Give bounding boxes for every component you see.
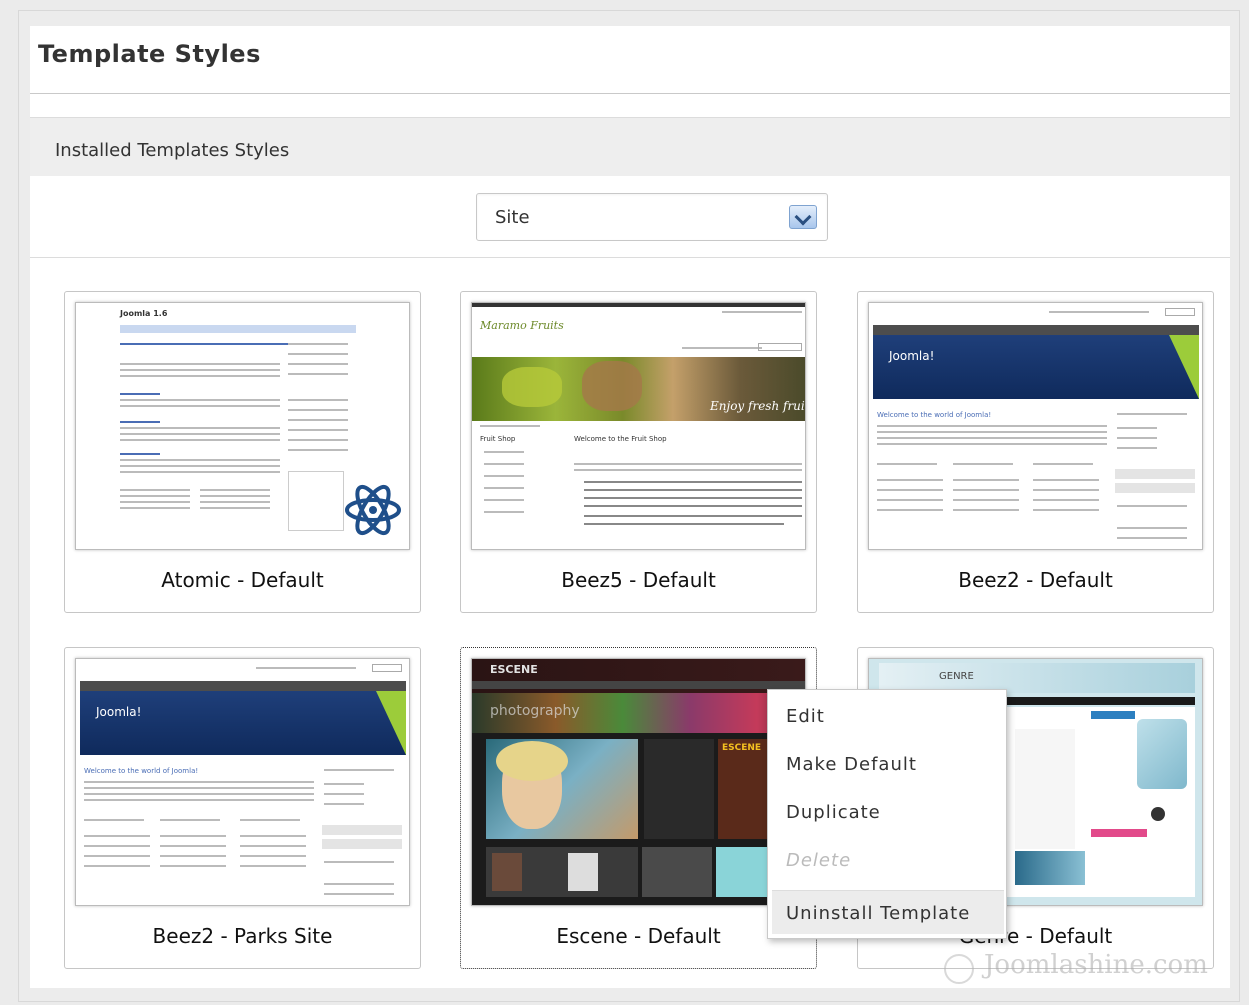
filter-row: Site (30, 176, 1230, 258)
header-spacer (30, 94, 1230, 118)
thumb-welcome: Welcome to the world of Joomla! (84, 767, 199, 775)
thumb-title: Joomla 1.6 (120, 309, 168, 318)
template-thumbnail[interactable]: Joomla 1.6 (75, 302, 410, 550)
template-thumbnail[interactable]: Maramo Fruits Enjoy fresh fruits Fruit S… (471, 302, 806, 550)
escene-banner: photography (490, 703, 580, 719)
thumb-welcome: Welcome to the world of Joomla! (877, 411, 992, 419)
joomla-logo: Joomla! (96, 705, 142, 719)
template-card-beez5[interactable]: Maramo Fruits Enjoy fresh fruits Fruit S… (460, 291, 817, 613)
template-grid: Joomla 1.6 Atomic - Default Maramo Fruit… (30, 258, 1230, 988)
template-card-escene[interactable]: ESCENE photography ESCENE Escene - Defau… (460, 647, 817, 969)
template-card-beez2[interactable]: Joomla! Welcome to the world of Joomla! (857, 291, 1214, 613)
template-name: Beez2 - Parks Site (152, 924, 333, 948)
thumb-banner: Enjoy fresh fruits (710, 399, 806, 413)
escene-side: ESCENE (722, 743, 762, 753)
template-name: Escene - Default (556, 924, 721, 948)
thumb-brand: Maramo Fruits (480, 319, 564, 332)
section-header: Installed Templates Styles (30, 118, 1230, 176)
joomla-logo: Joomla! (889, 349, 935, 363)
menu-item-make-default[interactable]: Make Default (786, 754, 917, 775)
chevron-down-icon[interactable] (789, 205, 817, 229)
template-thumbnail[interactable]: Joomla! Welcome to the world of Joomla! (868, 302, 1203, 550)
menu-item-uninstall-label: Uninstall Template (786, 903, 971, 924)
section-title: Installed Templates Styles (55, 140, 290, 161)
client-select[interactable]: Site (476, 193, 828, 241)
template-name: Beez5 - Default (561, 568, 716, 592)
page-header: Template Styles (30, 26, 1230, 94)
template-thumbnail[interactable]: ESCENE photography ESCENE (471, 658, 806, 906)
menu-item-delete: Delete (786, 850, 852, 871)
atom-icon (345, 484, 401, 536)
thumb-side: Fruit Shop (480, 435, 516, 443)
menu-item-uninstall-template[interactable]: Uninstall Template (772, 890, 1004, 934)
menu-item-duplicate[interactable]: Duplicate (786, 802, 881, 823)
template-card-beez2-parks[interactable]: Joomla! Welcome to the world of Joomla! (64, 647, 421, 969)
template-card-atomic[interactable]: Joomla 1.6 Atomic - Default (64, 291, 421, 613)
menu-item-edit[interactable]: Edit (786, 706, 825, 727)
page-title: Template Styles (38, 40, 261, 68)
context-menu: Edit Make Default Duplicate Delete Unins… (767, 689, 1007, 939)
watermark-logo-icon (944, 954, 974, 984)
template-name: Beez2 - Default (958, 568, 1113, 592)
watermark: Joomlashine.com (984, 950, 1208, 980)
template-thumbnail[interactable]: Joomla! Welcome to the world of Joomla! (75, 658, 410, 906)
genre-logo: GENRE (939, 671, 974, 682)
escene-logo: ESCENE (490, 663, 538, 676)
thumb-heading: Welcome to the Fruit Shop (574, 435, 667, 443)
template-name: Atomic - Default (161, 568, 324, 592)
client-select-value: Site (495, 207, 530, 228)
